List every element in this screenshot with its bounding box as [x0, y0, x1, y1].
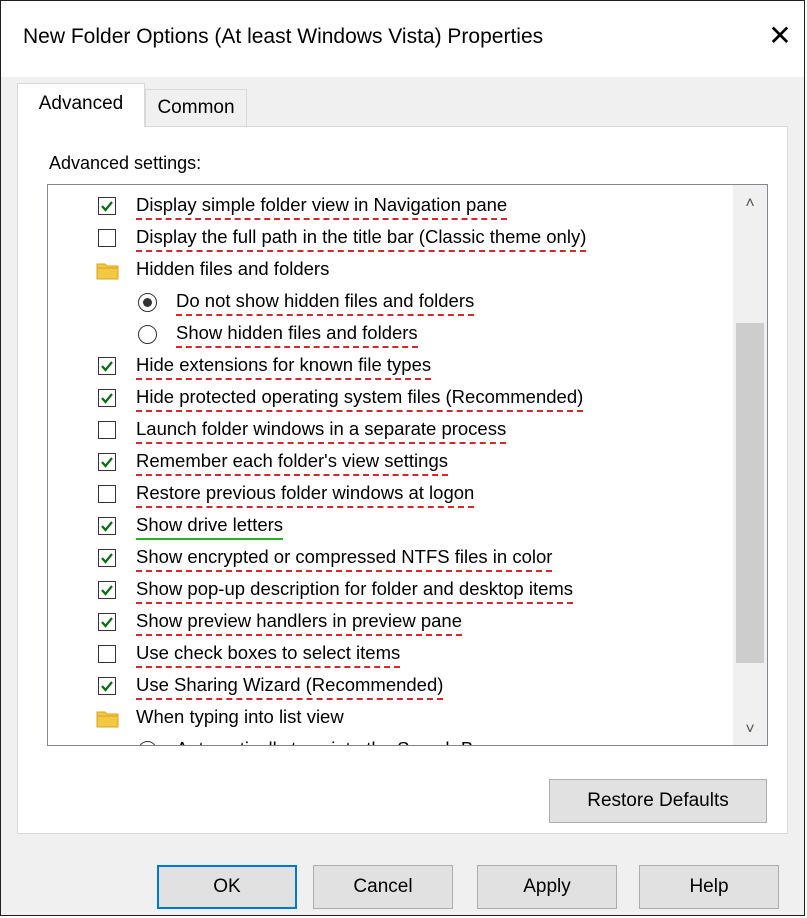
checkbox-checked[interactable] — [98, 357, 116, 375]
setting-label: Restore previous folder windows at logon — [136, 482, 475, 508]
checkbox-unchecked[interactable] — [98, 645, 116, 663]
scroll-up-icon[interactable]: ˄ — [733, 189, 767, 219]
radio-selected[interactable] — [138, 293, 157, 312]
title-bar: New Folder Options (At least Windows Vis… — [1, 1, 804, 77]
setting-label: Show encrypted or compressed NTFS files … — [136, 546, 553, 572]
tab-common[interactable]: Common — [145, 89, 247, 127]
setting-checkbox-row[interactable]: Hide protected operating system files (R… — [48, 383, 728, 415]
radio-unselected[interactable] — [138, 741, 157, 745]
radio-dot-icon — [143, 298, 152, 307]
setting-label: Display simple folder view in Navigation… — [136, 194, 508, 220]
checkmark-icon — [101, 457, 113, 468]
folder-icon — [96, 711, 119, 728]
checkbox-checked[interactable] — [98, 581, 116, 599]
checkmark-icon — [101, 553, 113, 564]
setting-checkbox-row[interactable]: Remember each folder's view settings — [48, 447, 728, 479]
setting-label: Use check boxes to select items — [136, 642, 401, 668]
restore-defaults-button[interactable]: Restore Defaults — [549, 779, 767, 823]
setting-label: Show hidden files and folders — [176, 322, 418, 348]
setting-checkbox-row[interactable]: Use check boxes to select items — [48, 639, 728, 671]
advanced-settings-heading: Advanced settings: — [49, 153, 202, 173]
scrollbar-thumb[interactable] — [736, 323, 764, 663]
properties-dialog: New Folder Options (At least Windows Vis… — [0, 0, 805, 916]
checkbox-checked[interactable] — [98, 549, 116, 567]
checkbox-checked[interactable] — [98, 677, 116, 695]
setting-radio-row[interactable]: Automatically type into the Search Box — [48, 735, 728, 745]
checkbox-unchecked[interactable] — [98, 485, 116, 503]
setting-label: Hidden files and folders — [136, 258, 330, 279]
checkbox-checked[interactable] — [98, 453, 116, 471]
window-title: New Folder Options (At least Windows Vis… — [23, 25, 544, 48]
checkbox-unchecked[interactable] — [98, 229, 116, 247]
setting-radio-row[interactable]: Show hidden files and folders — [48, 319, 728, 351]
checkbox-checked[interactable] — [98, 197, 116, 215]
checkmark-icon — [101, 201, 113, 212]
setting-checkbox-row[interactable]: Show encrypted or compressed NTFS files … — [48, 543, 728, 575]
setting-label: When typing into list view — [136, 706, 344, 727]
setting-checkbox-row[interactable]: Display simple folder view in Navigation… — [48, 191, 728, 223]
setting-label: Hide extensions for known file types — [136, 354, 432, 380]
setting-label: Show pop-up description for folder and d… — [136, 578, 574, 604]
checkbox-checked[interactable] — [98, 389, 116, 407]
apply-button[interactable]: Apply — [477, 865, 617, 909]
setting-label: Do not show hidden files and folders — [176, 290, 475, 316]
vertical-scrollbar[interactable]: ˄ ˅ — [733, 185, 767, 745]
checkmark-icon — [101, 617, 113, 628]
checkmark-icon — [101, 585, 113, 596]
checkbox-checked[interactable] — [98, 613, 116, 631]
setting-checkbox-row[interactable]: Show preview handlers in preview pane — [48, 607, 728, 639]
checkmark-icon — [101, 521, 113, 532]
ok-button[interactable]: OK — [157, 865, 297, 909]
setting-label: Hide protected operating system files (R… — [136, 386, 584, 412]
checkmark-icon — [101, 681, 113, 692]
tab-advanced[interactable]: Advanced — [17, 83, 145, 127]
checkmark-icon — [101, 393, 113, 404]
settings-tree-list[interactable]: Display simple folder view in Navigation… — [47, 184, 768, 746]
folder-icon — [96, 263, 119, 280]
radio-unselected[interactable] — [138, 325, 157, 344]
checkbox-checked[interactable] — [98, 517, 116, 535]
setting-radio-row[interactable]: Do not show hidden files and folders — [48, 287, 728, 319]
setting-group-row: Hidden files and folders — [48, 255, 728, 287]
setting-checkbox-row[interactable]: Launch folder windows in a separate proc… — [48, 415, 728, 447]
setting-label: Show drive letters — [136, 514, 284, 540]
setting-label: Automatically type into the Search Box — [176, 738, 493, 745]
setting-label: Show preview handlers in preview pane — [136, 610, 462, 636]
help-button[interactable]: Help — [639, 865, 779, 909]
setting-checkbox-row[interactable]: Restore previous folder windows at logon — [48, 479, 728, 511]
setting-label: Display the full path in the title bar (… — [136, 226, 587, 252]
setting-checkbox-row[interactable]: Display the full path in the title bar (… — [48, 223, 728, 255]
setting-label: Launch folder windows in a separate proc… — [136, 418, 507, 444]
cancel-button[interactable]: Cancel — [313, 865, 453, 909]
setting-group-row: When typing into list view — [48, 703, 728, 735]
checkbox-unchecked[interactable] — [98, 421, 116, 439]
setting-checkbox-row[interactable]: Hide extensions for known file types — [48, 351, 728, 383]
setting-label: Remember each folder's view settings — [136, 450, 448, 476]
setting-checkbox-row[interactable]: Show drive letters — [48, 511, 728, 543]
setting-checkbox-row[interactable]: Use Sharing Wizard (Recommended) — [48, 671, 728, 703]
setting-label: Use Sharing Wizard (Recommended) — [136, 674, 444, 700]
setting-checkbox-row[interactable]: Show pop-up description for folder and d… — [48, 575, 728, 607]
scroll-down-icon[interactable]: ˅ — [733, 715, 767, 745]
close-icon[interactable]: ✕ — [759, 15, 801, 57]
checkmark-icon — [101, 361, 113, 372]
